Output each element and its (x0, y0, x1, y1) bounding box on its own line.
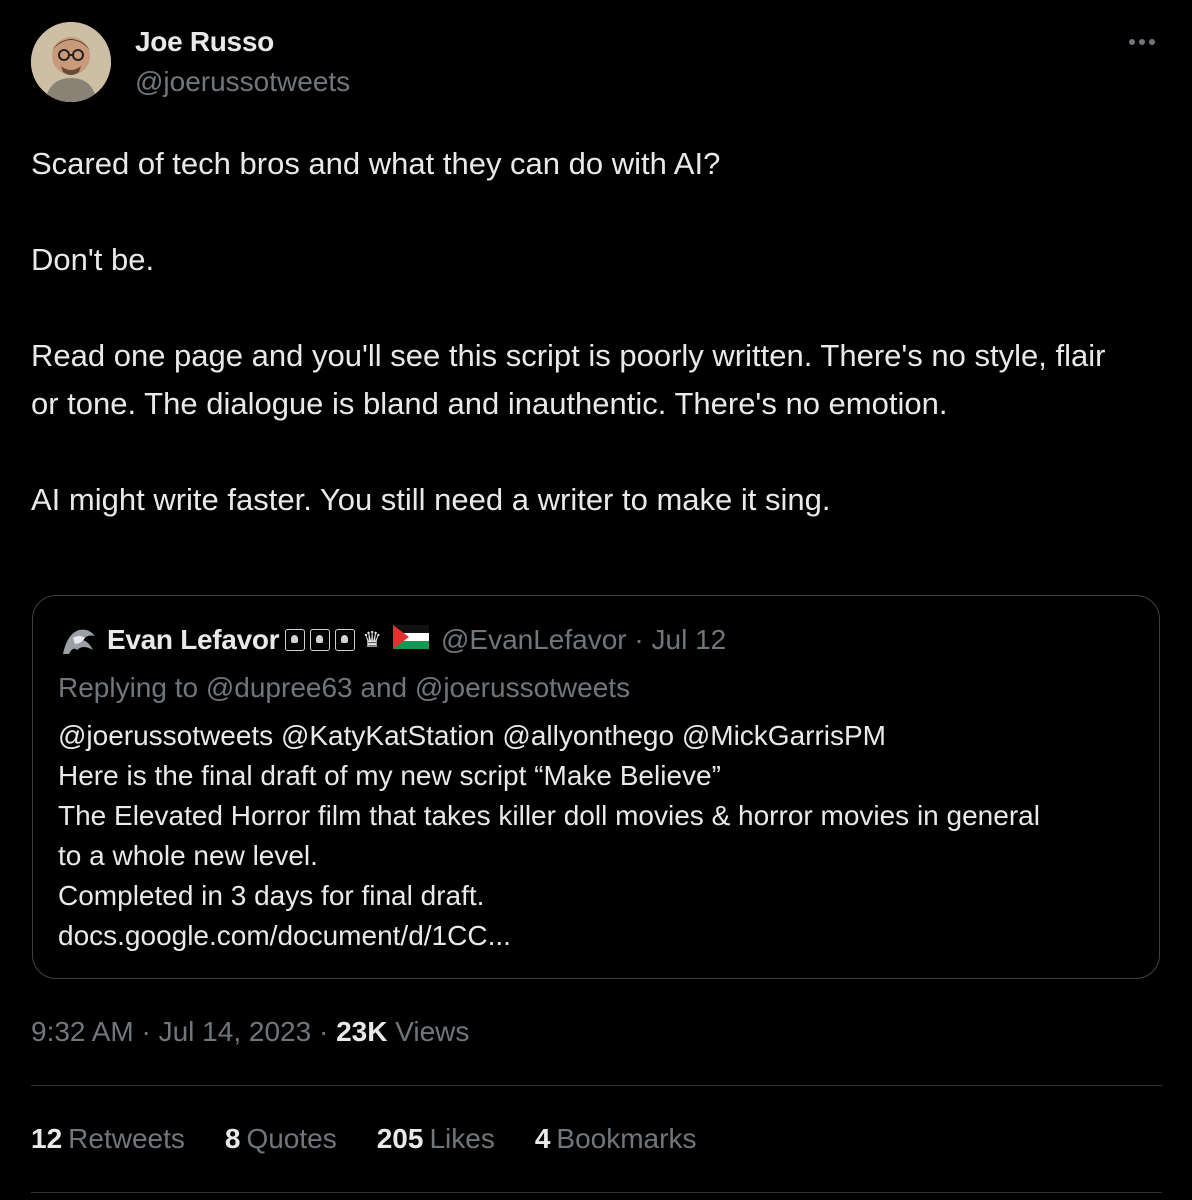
author-avatar[interactable] (31, 22, 111, 102)
palestine-flag-icon (392, 624, 429, 656)
quotes-stat[interactable]: 8 Quotes (225, 1123, 337, 1155)
divider (31, 1192, 1162, 1193)
tweet-meta: 9:32 AM · Jul 14, 2023 · 23K Views (31, 1016, 469, 1048)
quoted-tweet[interactable]: Evan Lefavor ♛ @EvanLefavor · Jul 12 Rep… (32, 595, 1160, 979)
divider (31, 1085, 1162, 1086)
card-emoji-icon (310, 629, 331, 651)
likes-stat[interactable]: 205 Likes (377, 1123, 495, 1155)
tweet-paragraph: AI might write faster. You still need a … (31, 482, 831, 517)
crown-emoji-icon: ♛ (362, 627, 382, 652)
card-emoji-icon (285, 629, 306, 651)
tweet-timestamp[interactable]: 9:32 AM · Jul 14, 2023 · (31, 1016, 336, 1047)
tweet-paragraph: Read one page and you'll see this script… (31, 338, 1106, 421)
author-name[interactable]: Joe Russo (135, 26, 274, 58)
quoted-tweet-text: @joerussotweets @KatyKatStation @allyont… (58, 716, 1148, 956)
retweets-stat[interactable]: 12 Retweets (31, 1123, 185, 1155)
views-label: Views (387, 1016, 470, 1047)
tweet-text: Scared of tech bros and what they can do… (31, 140, 1141, 524)
quoted-text-line: @joerussotweets @KatyKatStation @allyont… (58, 720, 887, 751)
quoted-name-emoji: ♛ (285, 624, 429, 656)
quoted-text-line: Completed in 3 days for final draft. (58, 880, 485, 911)
quoted-text-line: to a whole new level. (58, 840, 318, 871)
quoted-handle-date[interactable]: @EvanLefavor · Jul 12 (441, 624, 726, 656)
replying-to: Replying to @dupree63 and @joerussotweet… (58, 672, 631, 703)
quoted-author-name[interactable]: Evan Lefavor (107, 624, 280, 656)
quoted-text-line: Here is the final draft of my new script… (58, 760, 721, 791)
quoted-link[interactable]: docs.google.com/document/d/1CC... (58, 916, 1148, 956)
card-emoji-icon (335, 629, 356, 651)
tweet-paragraph: Scared of tech bros and what they can do… (31, 146, 721, 181)
tweet: Joe Russo @joerussotweets Scared of tech… (0, 0, 1192, 1200)
quoted-text-line: The Elevated Horror film that takes kill… (58, 800, 1040, 831)
author-handle[interactable]: @joerussotweets (135, 66, 350, 98)
bookmarks-stat[interactable]: 4 Bookmarks (535, 1123, 697, 1155)
views-count: 23K (336, 1016, 388, 1047)
quoted-author-avatar[interactable] (59, 624, 99, 658)
quoted-header: Evan Lefavor ♛ @EvanLefavor · Jul 12 (107, 624, 726, 656)
engagement-stats: 12 Retweets 8 Quotes 205 Likes 4 Bookmarks (31, 1123, 736, 1155)
more-options-button[interactable] (1122, 30, 1162, 54)
tweet-paragraph: Don't be. (31, 242, 155, 277)
more-horizontal-icon (1129, 39, 1155, 45)
